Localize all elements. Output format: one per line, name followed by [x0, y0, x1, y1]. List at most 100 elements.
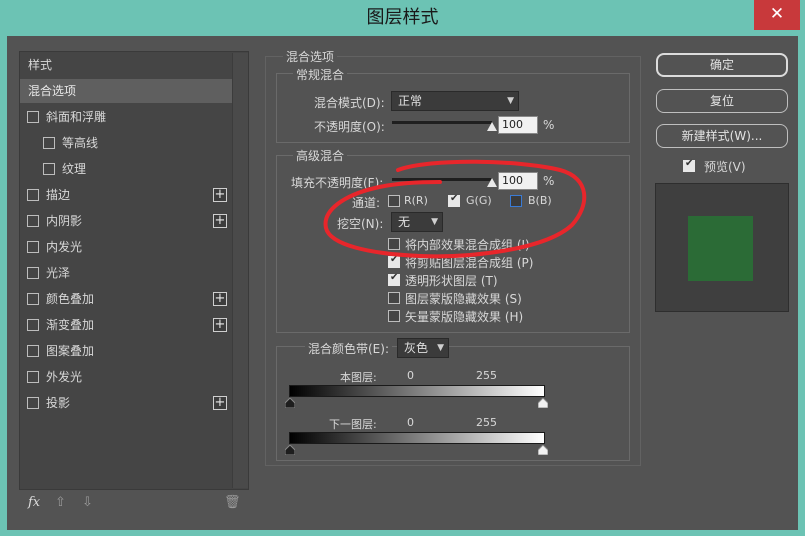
add-effect-icon[interactable]: +: [213, 188, 227, 202]
fill-opacity-slider[interactable]: [392, 178, 492, 181]
opacity-input[interactable]: 100: [498, 116, 538, 134]
style-item[interactable]: 纹理: [20, 157, 232, 181]
style-item-label: 内阴影: [46, 214, 83, 228]
advanced-option-label: 将内部效果混合成组 (I): [405, 238, 530, 252]
reset-button[interactable]: 复位: [656, 89, 788, 113]
style-item[interactable]: 斜面和浮雕: [20, 105, 232, 129]
style-item[interactable]: 图案叠加: [20, 339, 232, 363]
chevron-down-icon: ▼: [431, 217, 438, 227]
style-item-checkbox[interactable]: [27, 319, 39, 331]
style-item-checkbox[interactable]: [43, 137, 55, 149]
blend-if-select[interactable]: 灰色 ▼: [397, 338, 449, 358]
advanced-option-label: 透明形状图层 (T): [405, 274, 498, 288]
preview-checkbox[interactable]: [683, 158, 695, 172]
add-effect-icon[interactable]: +: [213, 292, 227, 306]
this-layer-max: 255: [476, 369, 497, 382]
style-item[interactable]: 外发光: [20, 365, 232, 389]
blending-options-item[interactable]: 混合选项: [20, 79, 232, 103]
style-item-checkbox[interactable]: [27, 241, 39, 253]
advanced-option-checkbox[interactable]: [388, 254, 400, 268]
fill-opacity-slider-thumb[interactable]: [487, 178, 497, 187]
style-item-checkbox[interactable]: [27, 267, 39, 279]
window-title: 图层样式: [366, 7, 439, 28]
style-item-checkbox[interactable]: [27, 189, 39, 201]
channel-b-label: B(B): [528, 194, 552, 207]
advanced-option-checkbox[interactable]: [388, 292, 400, 304]
opacity-slider-thumb[interactable]: [487, 122, 497, 131]
style-item-label: 纹理: [62, 162, 87, 176]
style-item-checkbox[interactable]: [27, 111, 39, 123]
style-item[interactable]: 渐变叠加 +: [20, 313, 232, 337]
channel-r-checkbox[interactable]: [388, 195, 400, 207]
underlying-layer-white-slider[interactable]: [538, 445, 548, 455]
blend-mode-label: 混合模式(D):: [314, 96, 385, 110]
style-item-checkbox[interactable]: [27, 371, 39, 383]
style-item-label: 图案叠加: [46, 344, 95, 358]
underlying-layer-black-slider[interactable]: [285, 445, 295, 455]
style-item-checkbox[interactable]: [27, 293, 39, 305]
advanced-option-checkbox[interactable]: [388, 310, 400, 322]
style-item-label: 斜面和浮雕: [46, 110, 107, 124]
underlying-layer-label: 下一图层:: [329, 418, 377, 431]
blend-if-value: 灰色: [404, 341, 429, 355]
style-item-checkbox[interactable]: [27, 345, 39, 357]
advanced-blending-title: 高级混合: [293, 147, 348, 164]
underlying-layer-gradient: [289, 432, 545, 444]
fill-opacity-label: 填充不透明度(F):: [291, 176, 384, 190]
add-effect-icon[interactable]: +: [213, 396, 227, 410]
style-item[interactable]: 光泽: [20, 261, 232, 285]
advanced-option-label: 将剪贴图层混合成组 (P): [405, 256, 534, 270]
move-down-icon[interactable]: ⇩: [82, 495, 93, 510]
style-item[interactable]: 内发光: [20, 235, 232, 259]
advanced-option-label: 图层蒙版隐藏效果 (S): [405, 292, 522, 306]
style-item-label: 内发光: [46, 240, 83, 254]
style-item-label: 光泽: [46, 266, 71, 280]
this-layer-white-slider[interactable]: [538, 398, 548, 408]
opacity-unit: %: [543, 118, 555, 132]
channel-r-label: R(R): [404, 194, 428, 207]
delete-icon[interactable]: 🗑: [224, 495, 241, 510]
new-style-button[interactable]: 新建样式(W)...: [656, 124, 788, 148]
style-item[interactable]: 颜色叠加 +: [20, 287, 232, 311]
add-effect-icon[interactable]: +: [213, 214, 227, 228]
this-layer-min: 0: [407, 369, 414, 382]
style-item[interactable]: 内阴影 +: [20, 209, 232, 233]
chevron-down-icon: ▼: [507, 96, 514, 106]
channel-g-label: G(G): [466, 194, 492, 207]
general-blending-title: 常规混合: [293, 66, 348, 83]
chevron-down-icon: ▼: [437, 343, 444, 353]
knockout-select[interactable]: 无 ▼: [391, 212, 443, 232]
styles-footer: [19, 490, 249, 518]
preview-label: 预览(V): [704, 160, 746, 174]
advanced-option-checkbox[interactable]: [388, 272, 400, 286]
ok-button[interactable]: 确定: [656, 53, 788, 77]
styles-scrollbar[interactable]: [232, 53, 248, 488]
channel-b-checkbox[interactable]: [510, 195, 522, 207]
opacity-slider[interactable]: [392, 121, 492, 124]
move-up-icon[interactable]: ⇧: [55, 495, 66, 510]
style-item[interactable]: 描边 +: [20, 183, 232, 207]
style-item-checkbox[interactable]: [43, 163, 55, 175]
opacity-label: 不透明度(O):: [314, 120, 385, 134]
close-button[interactable]: ✕: [754, 0, 800, 30]
underlying-layer-min: 0: [407, 416, 414, 429]
style-item-checkbox[interactable]: [27, 215, 39, 227]
advanced-option-checkbox[interactable]: [388, 238, 400, 250]
blending-options-title: 混合选项: [283, 48, 338, 65]
fill-opacity-input[interactable]: 100: [498, 172, 538, 190]
style-item[interactable]: 等高线: [20, 131, 232, 155]
this-layer-gradient: [289, 385, 545, 397]
style-item[interactable]: 投影 +: [20, 391, 232, 415]
add-effect-icon[interactable]: +: [213, 318, 227, 332]
fx-icon[interactable]: fx: [28, 495, 40, 510]
knockout-value: 无: [398, 215, 411, 229]
styles-header[interactable]: 样式: [20, 53, 232, 77]
this-layer-black-slider[interactable]: [285, 398, 295, 408]
channel-g-checkbox[interactable]: [448, 193, 460, 207]
blend-mode-select[interactable]: 正常 ▼: [391, 91, 519, 111]
channels-label: 通道:: [352, 196, 381, 210]
style-item-label: 颜色叠加: [46, 292, 95, 306]
advanced-option-label: 矢量蒙版隐藏效果 (H): [405, 310, 524, 324]
style-item-label: 等高线: [62, 136, 99, 150]
style-item-checkbox[interactable]: [27, 397, 39, 409]
